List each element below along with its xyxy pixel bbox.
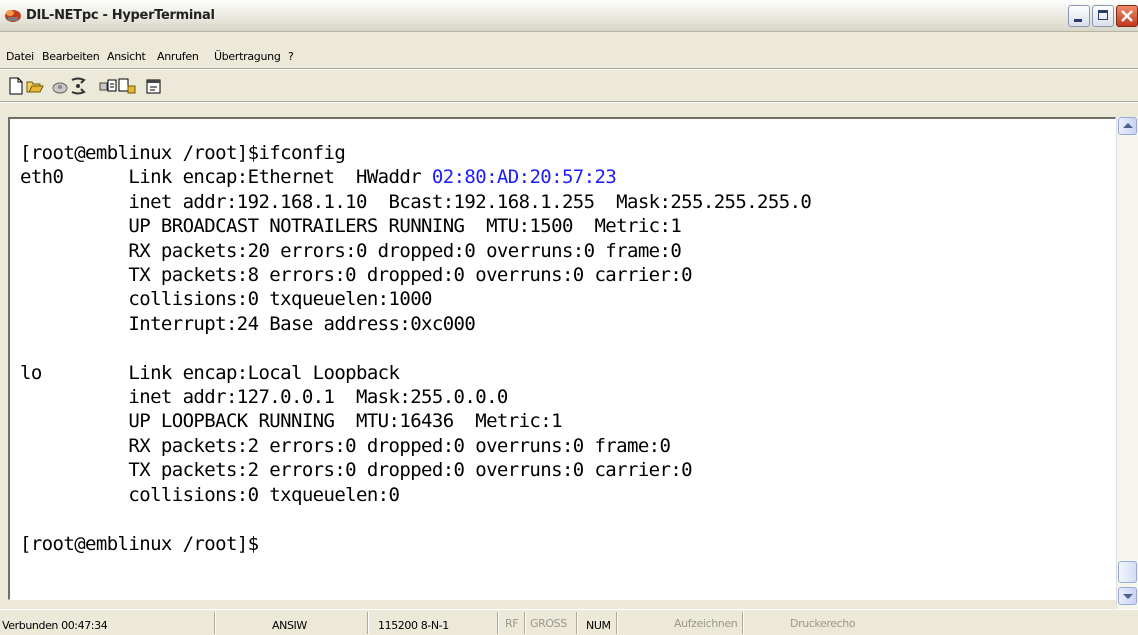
hyperterminal-app-icon[interactable] xyxy=(4,7,22,23)
status-divider xyxy=(616,612,617,634)
terminal-screen[interactable]: [root@emblinux /root]$ifconfig eth0 Link… xyxy=(8,117,1116,600)
menu-help[interactable]: ? xyxy=(288,50,294,63)
window-title: DIL-NETpc - HyperTerminal xyxy=(26,8,215,23)
status-emulation: ANSIW xyxy=(272,619,307,632)
menu-uebertragung[interactable]: Übertragung xyxy=(214,50,281,63)
properties-icon[interactable] xyxy=(145,77,163,95)
status-bar: Verbunden 00:47:34 ANSIW 115200 8-N-1 RF… xyxy=(0,609,1138,635)
status-divider xyxy=(214,612,215,634)
terminal-line: inet addr:127.0.0.1 Mask:255.0.0.0 xyxy=(20,386,508,409)
terminal-line: UP LOOPBACK RUNNING MTU:16436 Metric:1 xyxy=(20,410,562,433)
terminal-line: inet addr:192.168.1.10 Bcast:192.168.1.2… xyxy=(20,190,812,213)
terminal-line: collisions:0 txqueuelen:1000 xyxy=(20,288,432,311)
status-divider xyxy=(742,612,743,634)
title-bar[interactable]: DIL-NETpc - HyperTerminal xyxy=(0,0,1138,32)
terminal-line: TX packets:8 errors:0 dropped:0 overruns… xyxy=(20,264,693,287)
scroll-down-icon xyxy=(1123,594,1133,599)
close-icon xyxy=(1121,10,1133,22)
scroll-down-button[interactable] xyxy=(1118,587,1137,605)
terminal-line: Interrupt:24 Base address:0xc000 xyxy=(20,312,476,335)
menu-ansicht[interactable]: Ansicht xyxy=(107,50,146,63)
terminal-line: RX packets:20 errors:0 dropped:0 overrun… xyxy=(20,239,682,262)
status-gross: GROSS xyxy=(530,617,567,630)
status-divider xyxy=(367,612,368,634)
disconnect-phone-icon[interactable] xyxy=(69,77,87,95)
minimize-icon xyxy=(1074,19,1082,22)
terminal-line: UP BROADCAST NOTRAILERS RUNNING MTU:1500… xyxy=(20,215,682,238)
scroll-thumb[interactable] xyxy=(1118,561,1137,583)
terminal-prompt: [root@emblinux /root]$ xyxy=(20,532,259,555)
toolbar-separator-highlight xyxy=(0,102,1138,103)
send-file-icon[interactable] xyxy=(99,77,117,95)
maximize-icon xyxy=(1098,10,1108,20)
menu-datei[interactable]: Datei xyxy=(6,50,34,63)
status-connected: Verbunden 00:47:34 xyxy=(2,619,108,632)
terminal-line: RX packets:2 errors:0 dropped:0 overruns… xyxy=(20,434,671,457)
connect-phone-icon[interactable] xyxy=(51,77,69,95)
terminal-line: lo Link encap:Local Loopback xyxy=(20,361,400,384)
close-button[interactable] xyxy=(1116,5,1138,27)
terminal-line: TX packets:2 errors:0 dropped:0 overruns… xyxy=(20,459,693,482)
terminal-output: [root@emblinux /root]$ifconfig eth0 Link… xyxy=(20,141,812,556)
menu-anrufen[interactable]: Anrufen xyxy=(157,50,199,63)
minimize-button[interactable] xyxy=(1068,5,1090,27)
hyperterminal-window: DIL-NETpc - HyperTerminal Datei Bearbeit… xyxy=(0,0,1138,635)
menu-bar: Datei Bearbeiten Ansicht Anrufen Übertra… xyxy=(0,46,1138,68)
terminal-line: [root@emblinux /root]$ifconfig xyxy=(20,142,346,164)
hwaddr-value: 02:80:AD:20:57:23 xyxy=(431,166,617,189)
status-port-settings: 115200 8-N-1 xyxy=(378,619,449,632)
open-folder-icon[interactable] xyxy=(26,77,44,95)
scroll-up-button[interactable] xyxy=(1118,117,1137,135)
new-document-icon[interactable] xyxy=(7,77,25,95)
vertical-scrollbar[interactable] xyxy=(1116,117,1138,609)
status-divider xyxy=(524,612,525,634)
status-record: Aufzeichnen xyxy=(674,617,738,630)
status-rf: RF xyxy=(505,617,519,630)
toolbar xyxy=(0,70,1138,100)
status-divider xyxy=(576,612,577,634)
status-divider xyxy=(497,612,498,634)
terminal-line: eth0 Link encap:Ethernet HWaddr xyxy=(20,166,432,189)
menu-bearbeiten[interactable]: Bearbeiten xyxy=(42,50,100,63)
receive-file-icon[interactable] xyxy=(118,77,136,95)
terminal-line: collisions:0 txqueuelen:0 xyxy=(20,483,400,506)
status-print-echo: Druckerecho xyxy=(790,617,856,630)
scroll-up-icon xyxy=(1123,123,1133,128)
status-num: NUM xyxy=(586,619,611,632)
maximize-button[interactable] xyxy=(1092,5,1114,27)
